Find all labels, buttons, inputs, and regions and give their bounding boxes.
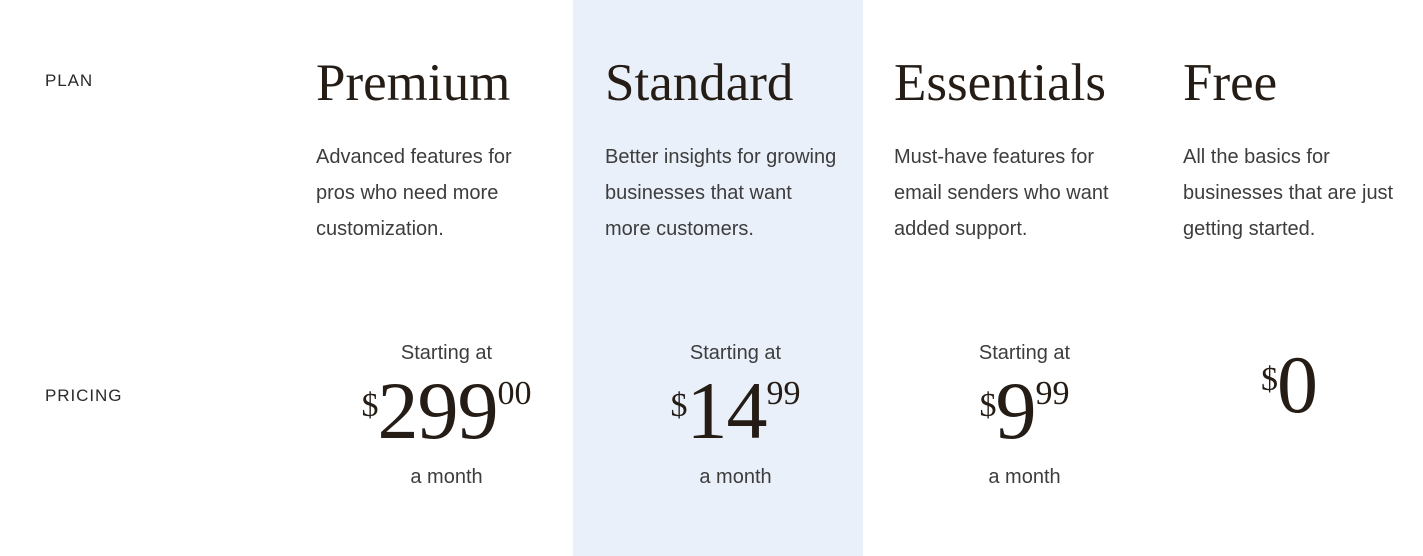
- pricing-comparison-table: PLAN Premium Advanced features for pros …: [0, 0, 1423, 556]
- price-whole-standard: 14: [686, 365, 768, 456]
- price-cell-standard: Starting at $1499 a month: [605, 315, 894, 556]
- price-starting-at-premium: Starting at: [400, 342, 493, 364]
- price-starting-at-standard: Starting at: [689, 342, 782, 364]
- plan-name-free: Free: [1183, 54, 1278, 112]
- price-whole-free: 0: [1277, 339, 1318, 430]
- plan-header-free[interactable]: Free All the basics for businesses that …: [1183, 0, 1423, 315]
- price-currency-essentials: $: [979, 387, 997, 424]
- plan-header-essentials[interactable]: Essentials Must-have features for email …: [894, 0, 1183, 315]
- price-amount-premium: $29900: [316, 370, 577, 452]
- price-whole-essentials: 9: [995, 365, 1037, 456]
- price-cents-essentials: 99: [1035, 375, 1070, 412]
- row-label-plan: PLAN: [45, 71, 94, 90]
- price-amount-standard: $1499: [605, 370, 866, 452]
- price-currency-free: $: [1261, 361, 1278, 398]
- price-whole-premium: 299: [377, 365, 499, 456]
- price-cell-essentials: Starting at $999 a month: [894, 315, 1183, 556]
- plan-description-essentials: Must-have features for email senders who…: [894, 146, 1109, 241]
- price-cell-free: $0: [1183, 315, 1423, 556]
- price-starting-at-essentials: Starting at: [978, 342, 1071, 364]
- price-amount-essentials: $999: [894, 370, 1155, 452]
- price-amount-free: $0: [1183, 344, 1395, 426]
- plan-name-essentials: Essentials: [894, 54, 1106, 112]
- price-period-premium: a month: [410, 466, 483, 488]
- price-cell-premium: Starting at $29900 a month: [316, 315, 605, 556]
- plan-name-premium: Premium: [316, 54, 511, 112]
- plan-description-free: All the basics for businesses that are j…: [1183, 146, 1394, 241]
- price-cents-standard: 99: [766, 375, 801, 412]
- price-currency-standard: $: [670, 387, 688, 424]
- price-cents-premium: 00: [497, 375, 532, 412]
- row-label-pricing: PRICING: [45, 386, 123, 405]
- price-period-standard: a month: [699, 466, 772, 488]
- plan-header-premium[interactable]: Premium Advanced features for pros who n…: [316, 0, 605, 315]
- plan-name-standard: Standard: [605, 54, 794, 112]
- plan-description-premium: Advanced features for pros who need more…: [316, 146, 512, 241]
- plan-header-standard[interactable]: Standard Better insights for growing bus…: [605, 0, 894, 315]
- price-currency-premium: $: [361, 387, 379, 424]
- plan-description-standard: Better insights for growing businesses t…: [605, 146, 837, 241]
- price-period-essentials: a month: [988, 466, 1061, 488]
